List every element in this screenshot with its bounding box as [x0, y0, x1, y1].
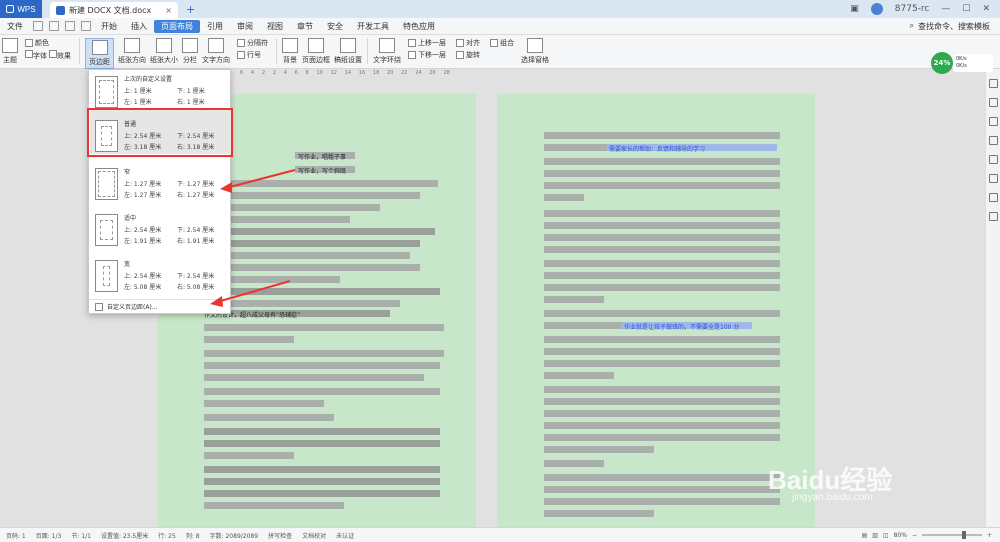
annotation-arrows — [210, 169, 296, 307]
